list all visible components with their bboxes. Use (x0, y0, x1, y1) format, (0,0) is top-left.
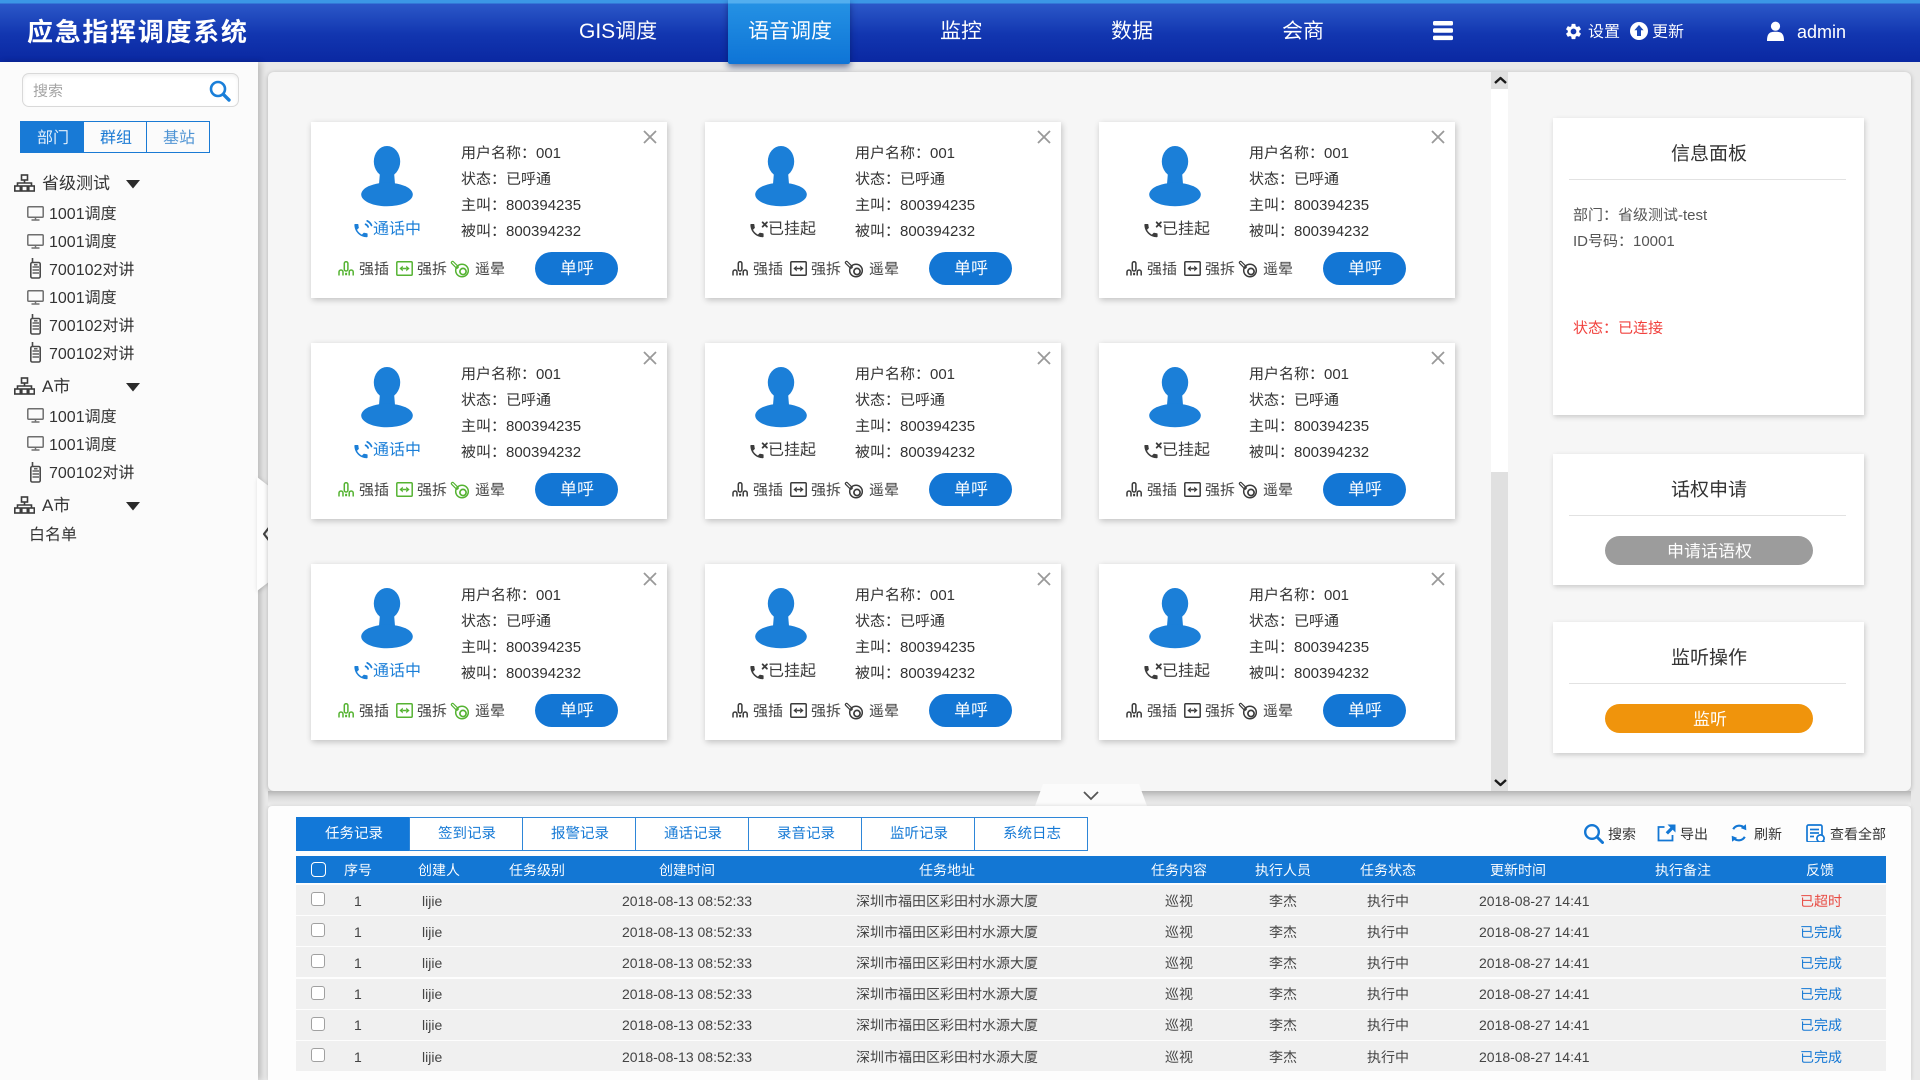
svg-text:001: 001 (536, 587, 561, 604)
svg-text:10001: 10001 (1633, 233, 1675, 250)
svg-text:1: 1 (354, 1049, 362, 1065)
svg-text:700102: 700102 (49, 262, 102, 279)
svg-text:800394235: 800394235 (900, 418, 975, 435)
svg-text:800394235: 800394235 (1294, 418, 1369, 435)
svg-text:A: A (42, 377, 54, 396)
svg-text:001: 001 (536, 145, 561, 162)
svg-text:2018-08-13 08:52:33: 2018-08-13 08:52:33 (622, 955, 752, 971)
svg-text:2018-08-13 08:52:33: 2018-08-13 08:52:33 (622, 986, 752, 1002)
svg-text:lijie: lijie (422, 924, 442, 940)
svg-text:001: 001 (536, 366, 561, 383)
svg-text:1: 1 (354, 893, 362, 909)
svg-text:1001: 1001 (49, 206, 85, 223)
svg-text:1: 1 (354, 955, 362, 971)
svg-text:2018-08-13 08:52:33: 2018-08-13 08:52:33 (622, 893, 752, 909)
svg-text:admin: admin (1797, 22, 1846, 42)
svg-text:2018-08-27 14:41: 2018-08-27 14:41 (1479, 986, 1590, 1002)
svg-text:1001: 1001 (49, 409, 85, 426)
svg-text:800394232: 800394232 (900, 444, 975, 461)
svg-text:001: 001 (930, 145, 955, 162)
svg-text:A: A (42, 496, 54, 515)
svg-text:800394235: 800394235 (506, 418, 581, 435)
svg-text:2018-08-13 08:52:33: 2018-08-13 08:52:33 (622, 924, 752, 940)
svg-text:lijie: lijie (422, 1017, 442, 1033)
svg-text:800394232: 800394232 (506, 444, 581, 461)
svg-text:800394232: 800394232 (1294, 665, 1369, 682)
svg-text:ID: ID (1573, 233, 1588, 250)
svg-text:001: 001 (930, 587, 955, 604)
svg-text:001: 001 (930, 366, 955, 383)
svg-text:800394235: 800394235 (900, 639, 975, 656)
svg-text:2018-08-27 14:41: 2018-08-27 14:41 (1479, 924, 1590, 940)
svg-text:lijie: lijie (422, 955, 442, 971)
svg-text:lijie: lijie (422, 986, 442, 1002)
svg-text:800394232: 800394232 (1294, 444, 1369, 461)
svg-text:1001: 1001 (49, 234, 85, 251)
svg-text:800394232: 800394232 (1294, 223, 1369, 240)
svg-text:-test: -test (1678, 207, 1708, 224)
svg-text:001: 001 (1324, 145, 1349, 162)
svg-text:1001: 1001 (49, 290, 85, 307)
svg-text:800394232: 800394232 (506, 223, 581, 240)
svg-text:1: 1 (354, 1017, 362, 1033)
svg-text:800394235: 800394235 (1294, 639, 1369, 656)
svg-text:700102: 700102 (49, 465, 102, 482)
svg-text:2018-08-27 14:41: 2018-08-27 14:41 (1479, 1049, 1590, 1065)
svg-text:800394235: 800394235 (1294, 197, 1369, 214)
svg-text:001: 001 (1324, 366, 1349, 383)
svg-text:800394232: 800394232 (900, 223, 975, 240)
svg-text:800394232: 800394232 (900, 665, 975, 682)
svg-text:2018-08-27 14:41: 2018-08-27 14:41 (1479, 1017, 1590, 1033)
svg-text:800394235: 800394235 (506, 639, 581, 656)
svg-text:800394235: 800394235 (506, 197, 581, 214)
svg-text:1: 1 (354, 924, 362, 940)
svg-text:700102: 700102 (49, 318, 102, 335)
svg-text:lijie: lijie (422, 1049, 442, 1065)
svg-text:001: 001 (1324, 587, 1349, 604)
svg-text:800394232: 800394232 (506, 665, 581, 682)
svg-text:700102: 700102 (49, 346, 102, 363)
svg-text:800394235: 800394235 (900, 197, 975, 214)
svg-text:2018-08-27 14:41: 2018-08-27 14:41 (1479, 893, 1590, 909)
svg-text:GIS: GIS (579, 20, 615, 43)
svg-text:2018-08-13 08:52:33: 2018-08-13 08:52:33 (622, 1049, 752, 1065)
svg-text:2018-08-27 14:41: 2018-08-27 14:41 (1479, 955, 1590, 971)
svg-text:1001: 1001 (49, 437, 85, 454)
svg-text:1: 1 (354, 986, 362, 1002)
svg-text:2018-08-13 08:52:33: 2018-08-13 08:52:33 (622, 1017, 752, 1033)
svg-text:lijie: lijie (422, 893, 442, 909)
